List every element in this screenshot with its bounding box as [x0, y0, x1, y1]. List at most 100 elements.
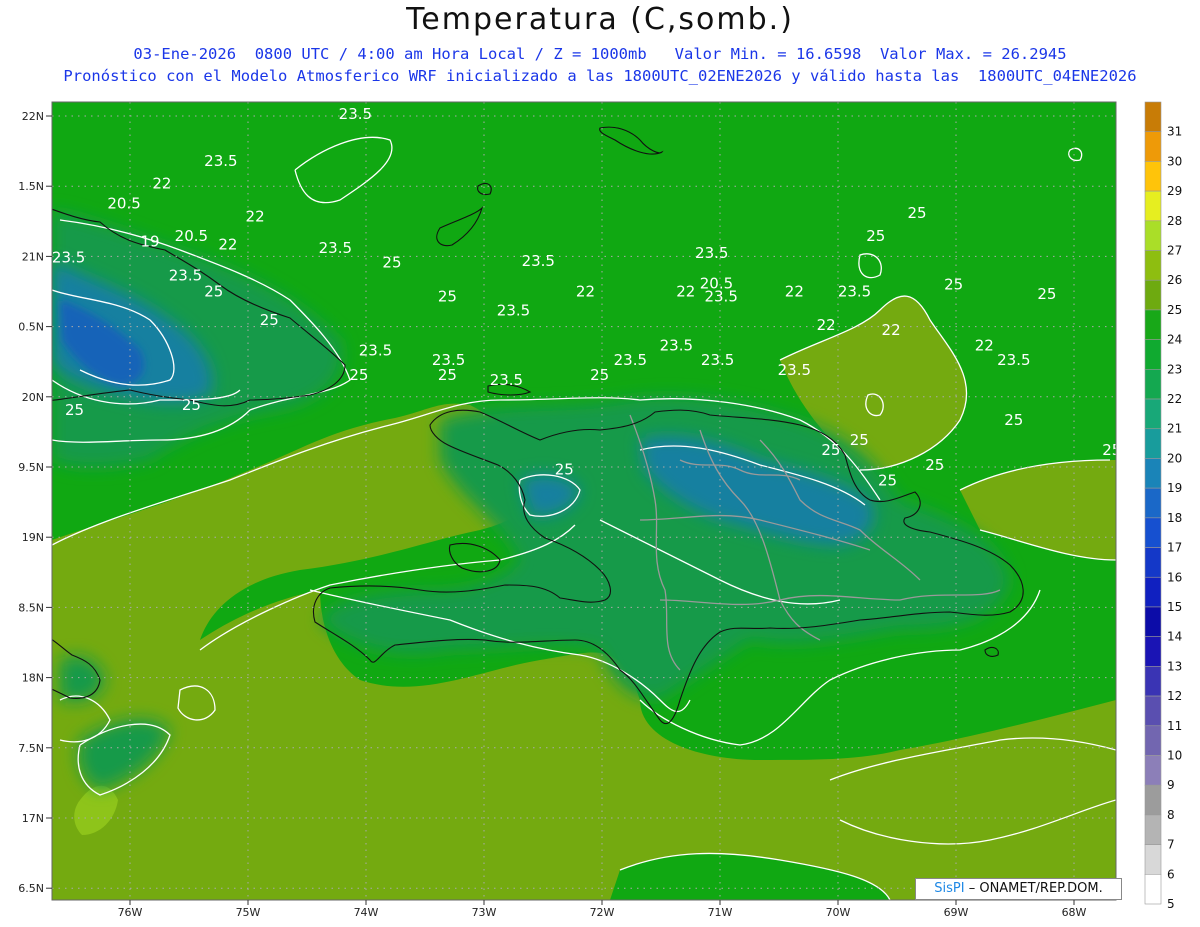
lon-tick-label: 75W	[236, 906, 261, 919]
lat-tick-label: 6.5N	[18, 882, 44, 895]
isotherm-label: 23.5	[359, 341, 392, 359]
colorbar-value-label: 5	[1167, 897, 1175, 911]
isotherm-label: 25	[204, 282, 223, 300]
credit-text: – ONAMET/REP.DOM.	[968, 881, 1103, 896]
isotherm-label: 23.5	[319, 239, 352, 257]
lat-tick-label: 22N	[22, 110, 44, 123]
isotherm-label: 19	[141, 233, 160, 251]
colorbar-value-label: 18	[1167, 511, 1182, 525]
isotherm-label: 23.5	[497, 301, 530, 319]
lon-tick-label: 76W	[118, 906, 143, 919]
isotherm-label: 25	[438, 287, 457, 305]
isotherm-label: 25	[260, 311, 279, 329]
colorbar-swatch	[1144, 339, 1162, 370]
isotherm-label: 25	[1004, 411, 1023, 429]
lon-tick-label: 73W	[472, 906, 497, 919]
isotherm-label: 25	[438, 366, 457, 384]
map-plot-area: 23.523.52220.52220.519 22 23.523.5 2523.525…	[52, 102, 1121, 900]
colorbar-swatch	[1144, 279, 1162, 311]
isotherm-label: 23.5	[704, 287, 737, 305]
isotherm-label: 25	[925, 456, 944, 474]
colorbar-value-label: 16	[1167, 570, 1182, 584]
colorbar-swatch	[1144, 814, 1162, 845]
colorbar-value-label: 7	[1167, 838, 1175, 852]
colorbar-swatch	[1144, 784, 1162, 816]
isotherm-label: 23.5	[490, 371, 523, 389]
isotherm-label: 25	[850, 431, 869, 449]
colorbar-swatch	[1144, 369, 1162, 400]
isotherm-label: 22	[785, 282, 804, 300]
isotherm-label: 25	[1102, 441, 1121, 459]
colorbar-swatch	[1144, 458, 1162, 489]
sispi-logo: SisPI	[934, 881, 965, 896]
isotherm-label: 20.5	[175, 227, 208, 245]
lon-tick-label: 74W	[354, 906, 379, 919]
colorbar-swatch	[1144, 576, 1162, 608]
isotherm-label: 25	[1037, 285, 1056, 303]
colorbar-value-label: 17	[1167, 541, 1182, 555]
lat-tick-label: 20N	[22, 391, 44, 404]
isotherm-label: 25	[878, 471, 897, 489]
colorbar-value-label: 9	[1167, 778, 1175, 792]
lon-tick-label: 68W	[1062, 906, 1087, 919]
colorbar-value-label: 31	[1167, 125, 1182, 139]
isotherm-label: 22	[576, 282, 595, 300]
colorbar-swatch	[1144, 487, 1162, 519]
isotherm-label: 23.5	[522, 252, 555, 270]
colorbar-swatch	[1144, 547, 1162, 578]
colorbar-swatch	[1144, 695, 1162, 727]
isotherm-label: 25	[65, 401, 84, 419]
latitude-axis: 22N 1.5N 21N 0.5N 20N 9.5N 19N 8.5N 18N 7.5N 17N 6.…	[18, 110, 52, 895]
isotherm-label: 23.5	[614, 351, 647, 369]
colorbar-swatch	[1144, 755, 1162, 786]
colorbar-swatch	[1144, 725, 1162, 756]
isotherm-label: 23.5	[204, 152, 237, 170]
colorbar-legend: 31 30 29 28 27 26 25 24 23 22 21 20 19 18 17 16 15 14 13 12…	[1144, 101, 1182, 911]
colorbar-value-label: 8	[1167, 808, 1175, 822]
colorbar-value-label: 11	[1167, 719, 1182, 733]
colorbar-value-label: 21	[1167, 422, 1182, 436]
isotherm-label: 25	[866, 227, 885, 245]
colorbar-value-label: 6	[1167, 867, 1175, 881]
colorbar-swatch	[1144, 161, 1162, 192]
lat-tick-label: 8.5N	[18, 601, 44, 614]
colorbar-swatch	[1144, 517, 1162, 548]
isotherm-label: 23.5	[339, 105, 372, 123]
colorbar-swatch	[1144, 428, 1162, 459]
colorbar-value-label: 12	[1167, 689, 1182, 703]
colorbar-value-label: 19	[1167, 481, 1182, 495]
isotherm-label: 22	[817, 316, 836, 334]
isotherm-label: 23.5	[838, 282, 871, 300]
colorbar-value-label: 20	[1167, 451, 1182, 465]
lat-tick-label: 9.5N	[18, 461, 44, 474]
colorbar-swatch	[1144, 220, 1162, 251]
isotherm-label: 25	[590, 366, 609, 384]
colorbar-swatch	[1144, 606, 1162, 637]
isotherm-label: 22	[975, 336, 994, 354]
isotherm-label: 23.5	[660, 336, 693, 354]
colorbar-swatch	[1144, 873, 1162, 905]
lon-tick-label: 69W	[944, 906, 969, 919]
lat-tick-label: 21N	[22, 250, 44, 263]
isotherm-label: 22	[882, 321, 901, 339]
colorbar-swatch	[1144, 101, 1162, 133]
isotherm-label: 20.5	[107, 195, 140, 213]
colorbar-value-label: 26	[1167, 273, 1182, 287]
isotherm-label: 25	[349, 366, 368, 384]
lon-tick-label: 72W	[590, 906, 615, 919]
colorbar-value-label: 25	[1167, 303, 1182, 317]
isotherm-label: 25	[555, 461, 574, 479]
lat-tick-label: 7.5N	[18, 742, 44, 755]
colorbar-swatch	[1144, 636, 1162, 667]
lat-tick-label: 19N	[22, 531, 44, 544]
isotherm-label: 23.5	[701, 351, 734, 369]
colorbar-value-label: 24	[1167, 333, 1182, 347]
isotherm-label: 22	[152, 174, 171, 192]
colorbar-swatch	[1144, 398, 1162, 430]
isotherm-label: 22	[218, 235, 237, 253]
isotherm-label: 25	[382, 254, 401, 272]
colorbar-value-label: 22	[1167, 392, 1182, 406]
lat-tick-label: 1.5N	[18, 180, 44, 193]
colorbar-swatch	[1144, 844, 1162, 875]
isotherm-label: 22	[246, 207, 265, 225]
